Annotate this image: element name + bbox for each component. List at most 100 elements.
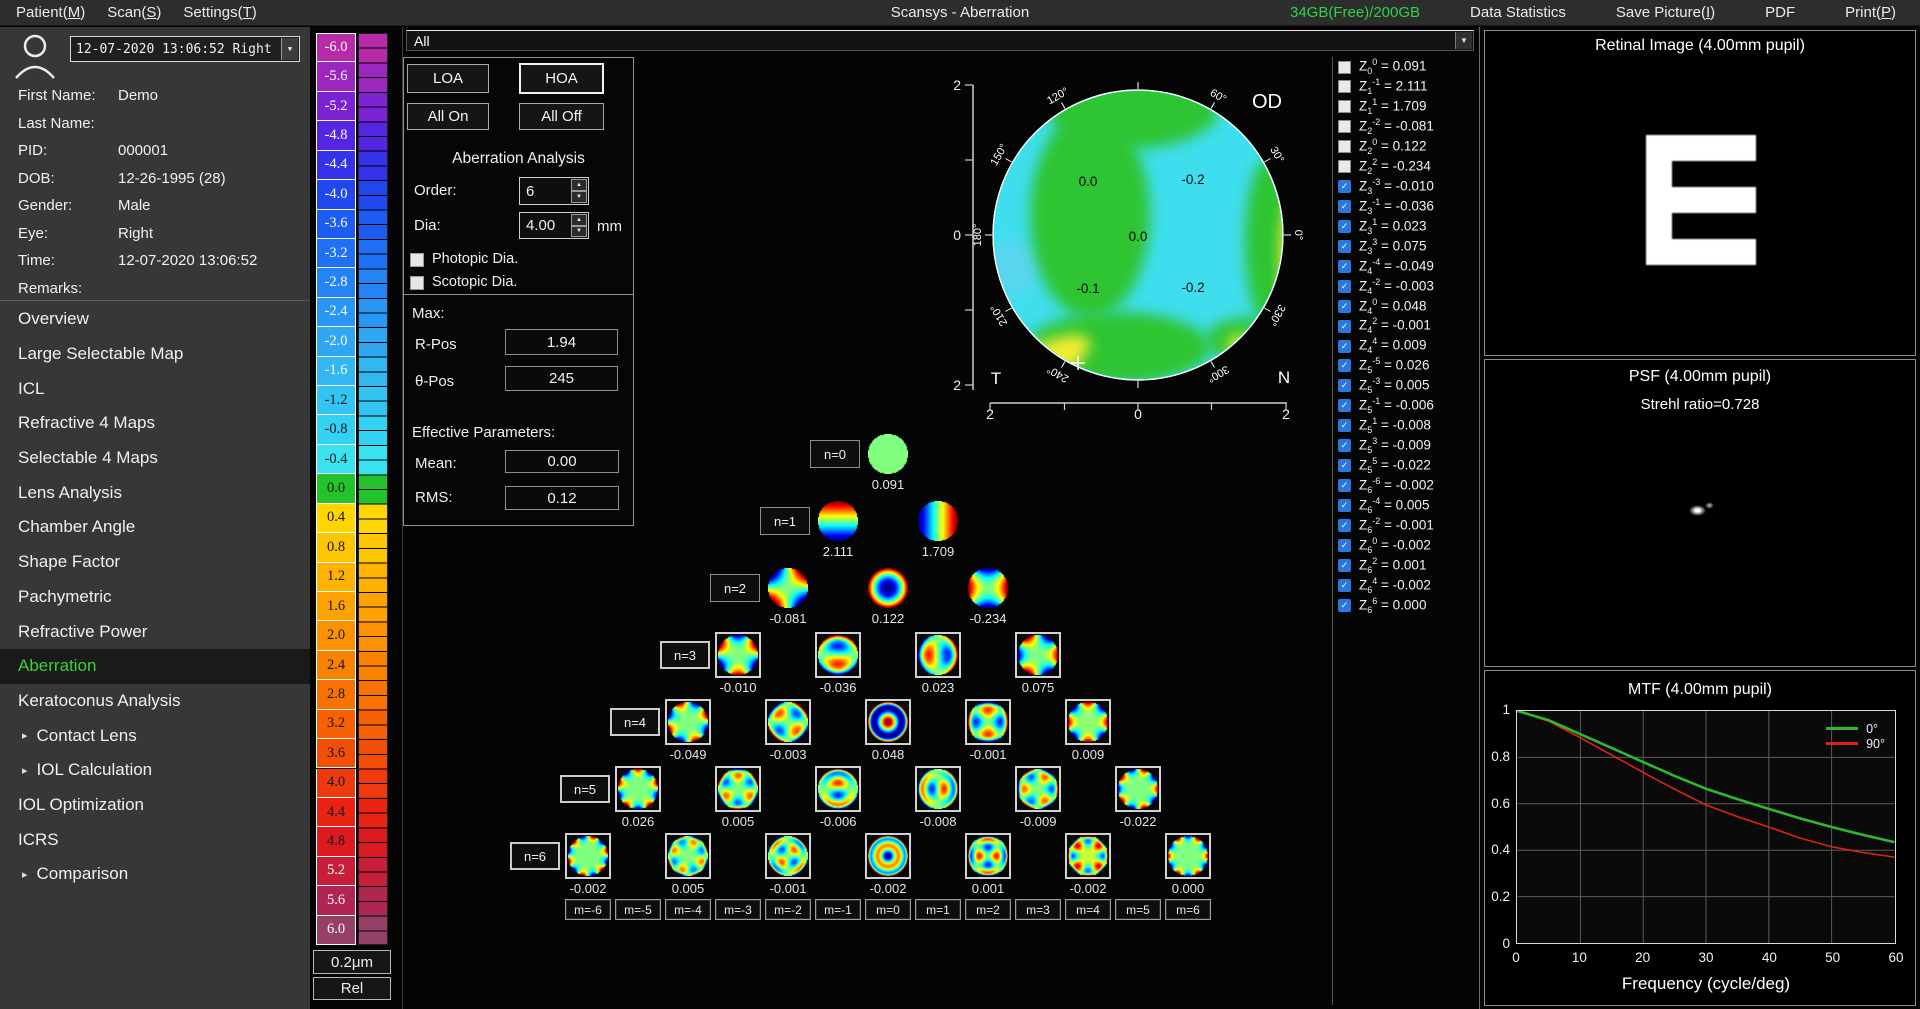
zernike-mode-thumbnail (1068, 702, 1108, 742)
svg-text:120°: 120° (1045, 85, 1071, 107)
zernike-cell[interactable] (767, 567, 809, 609)
zernike-mode-thumbnail (918, 501, 958, 541)
zernike-cell[interactable] (915, 766, 961, 812)
zernike-mode-thumbnail (718, 769, 758, 809)
zernike-cell[interactable] (715, 766, 761, 812)
svg-text:30°: 30° (1267, 145, 1286, 165)
zernike-cell[interactable] (715, 632, 761, 678)
zernike-frequency-label[interactable]: m=-1 (815, 899, 861, 920)
zernike-cell[interactable] (765, 699, 811, 745)
menu-item[interactable]: Save Picture(I) (1606, 4, 1725, 21)
zernike-mode-thumbnail (968, 836, 1008, 876)
zernike-mode-thumbnail (568, 836, 608, 876)
svg-text:-0.1: -0.1 (1076, 281, 1099, 296)
zernike-cell[interactable] (815, 632, 861, 678)
zernike-order-label[interactable]: n=2 (710, 574, 760, 602)
zernike-cell[interactable] (965, 699, 1011, 745)
zernike-cell[interactable] (865, 833, 911, 879)
zernike-value: 0.122 (853, 611, 923, 626)
menu-item[interactable]: Print(P) (1835, 4, 1906, 21)
svg-text:2: 2 (1282, 406, 1290, 422)
zernike-cell[interactable] (765, 833, 811, 879)
zernike-cell[interactable] (815, 766, 861, 812)
zernike-frequency-label[interactable]: m=-4 (665, 899, 711, 920)
zernike-value: 0.026 (603, 814, 673, 829)
zernike-frequency-label[interactable]: m=1 (915, 899, 961, 920)
zernike-cell[interactable] (565, 833, 611, 879)
zernike-cell[interactable] (967, 567, 1009, 609)
menu-item[interactable]: Data Statistics (1460, 4, 1576, 21)
zernike-cell[interactable] (665, 699, 711, 745)
zernike-value: -0.049 (653, 747, 723, 762)
zernike-mode-thumbnail (768, 568, 808, 608)
chevron-down-icon[interactable]: ▼ (1455, 32, 1472, 49)
menu-bar: Patient(M)Scan(S)Settings(T) Scansys - A… (0, 0, 1920, 26)
svg-text:240°: 240° (1045, 363, 1071, 385)
zernike-mode-thumbnail (868, 702, 908, 742)
menu-item[interactable]: Patient(M) (6, 4, 95, 21)
zernike-value: 0.048 (853, 747, 923, 762)
zernike-frequency-label[interactable]: m=-2 (765, 899, 811, 920)
menu-item[interactable]: Scan(S) (97, 4, 171, 21)
zernike-value: -0.036 (803, 680, 873, 695)
svg-text:300°: 300° (1205, 363, 1231, 385)
svg-text:180°: 180° (972, 224, 984, 247)
zernike-cell[interactable] (1015, 766, 1061, 812)
zernike-cell[interactable] (1065, 833, 1111, 879)
zernike-mode-thumbnail (668, 836, 708, 876)
zernike-frequency-label[interactable]: m=6 (1165, 899, 1211, 920)
zernike-order-label[interactable]: n=5 (560, 775, 610, 803)
zernike-value: 0.009 (1053, 747, 1123, 762)
aberration-type-dropdown[interactable]: All ▼ (406, 30, 1474, 51)
menu-item[interactable]: PDF (1755, 4, 1805, 21)
zernike-mode-thumbnail (1168, 836, 1208, 876)
zernike-order-label[interactable]: n=1 (760, 507, 810, 535)
zernike-frequency-label[interactable]: m=3 (1015, 899, 1061, 920)
zernike-value: 0.005 (653, 881, 723, 896)
zernike-value: -0.002 (1053, 881, 1123, 896)
zernike-value: 0.000 (1153, 881, 1223, 896)
zernike-mode-thumbnail (968, 702, 1008, 742)
eye-label: OD (1252, 91, 1282, 113)
zernike-cell[interactable] (615, 766, 661, 812)
zernike-cell[interactable] (867, 567, 909, 609)
zernike-cell[interactable] (817, 500, 859, 542)
zernike-cell[interactable] (915, 632, 961, 678)
svg-text:330°: 330° (1266, 302, 1288, 328)
zernike-order-label[interactable]: n=6 (510, 842, 560, 870)
zernike-mode-thumbnail (818, 501, 858, 541)
zernike-value: -0.001 (953, 747, 1023, 762)
zernike-cell[interactable] (965, 833, 1011, 879)
zernike-mode-thumbnail (868, 836, 908, 876)
zernike-value: -0.234 (953, 611, 1023, 626)
zernike-cell[interactable] (865, 699, 911, 745)
storage-status: 34GB(Free)/200GB (1280, 4, 1430, 21)
zernike-value: -0.022 (1103, 814, 1173, 829)
zernike-value: -0.006 (803, 814, 873, 829)
zernike-frequency-label[interactable]: m=-6 (565, 899, 611, 920)
zernike-cell[interactable] (917, 500, 959, 542)
svg-text:2: 2 (953, 77, 961, 93)
zernike-order-label[interactable]: n=4 (610, 708, 660, 736)
zernike-value: 0.091 (853, 477, 923, 492)
zernike-value: 2.111 (803, 544, 873, 559)
menu-item[interactable]: Settings(T) (173, 4, 266, 21)
zernike-frequency-label[interactable]: m=5 (1115, 899, 1161, 920)
zernike-cell[interactable] (1115, 766, 1161, 812)
zernike-frequency-label[interactable]: m=0 (865, 899, 911, 920)
zernike-frequency-label[interactable]: m=-3 (715, 899, 761, 920)
zernike-cell[interactable] (867, 433, 909, 475)
zernike-order-label[interactable]: n=0 (810, 440, 860, 468)
zernike-frequency-label[interactable]: m=2 (965, 899, 1011, 920)
svg-text:210°: 210° (988, 302, 1010, 328)
zernike-cell[interactable] (1015, 632, 1061, 678)
zernike-order-label[interactable]: n=3 (660, 641, 710, 669)
zernike-value: -0.081 (753, 611, 823, 626)
zernike-frequency-label[interactable]: m=-5 (615, 899, 661, 920)
zernike-cell[interactable] (1065, 699, 1111, 745)
zernike-mode-thumbnail (1018, 635, 1058, 675)
zernike-mode-thumbnail (768, 702, 808, 742)
zernike-cell[interactable] (1165, 833, 1211, 879)
zernike-cell[interactable] (665, 833, 711, 879)
zernike-frequency-label[interactable]: m=4 (1065, 899, 1111, 920)
